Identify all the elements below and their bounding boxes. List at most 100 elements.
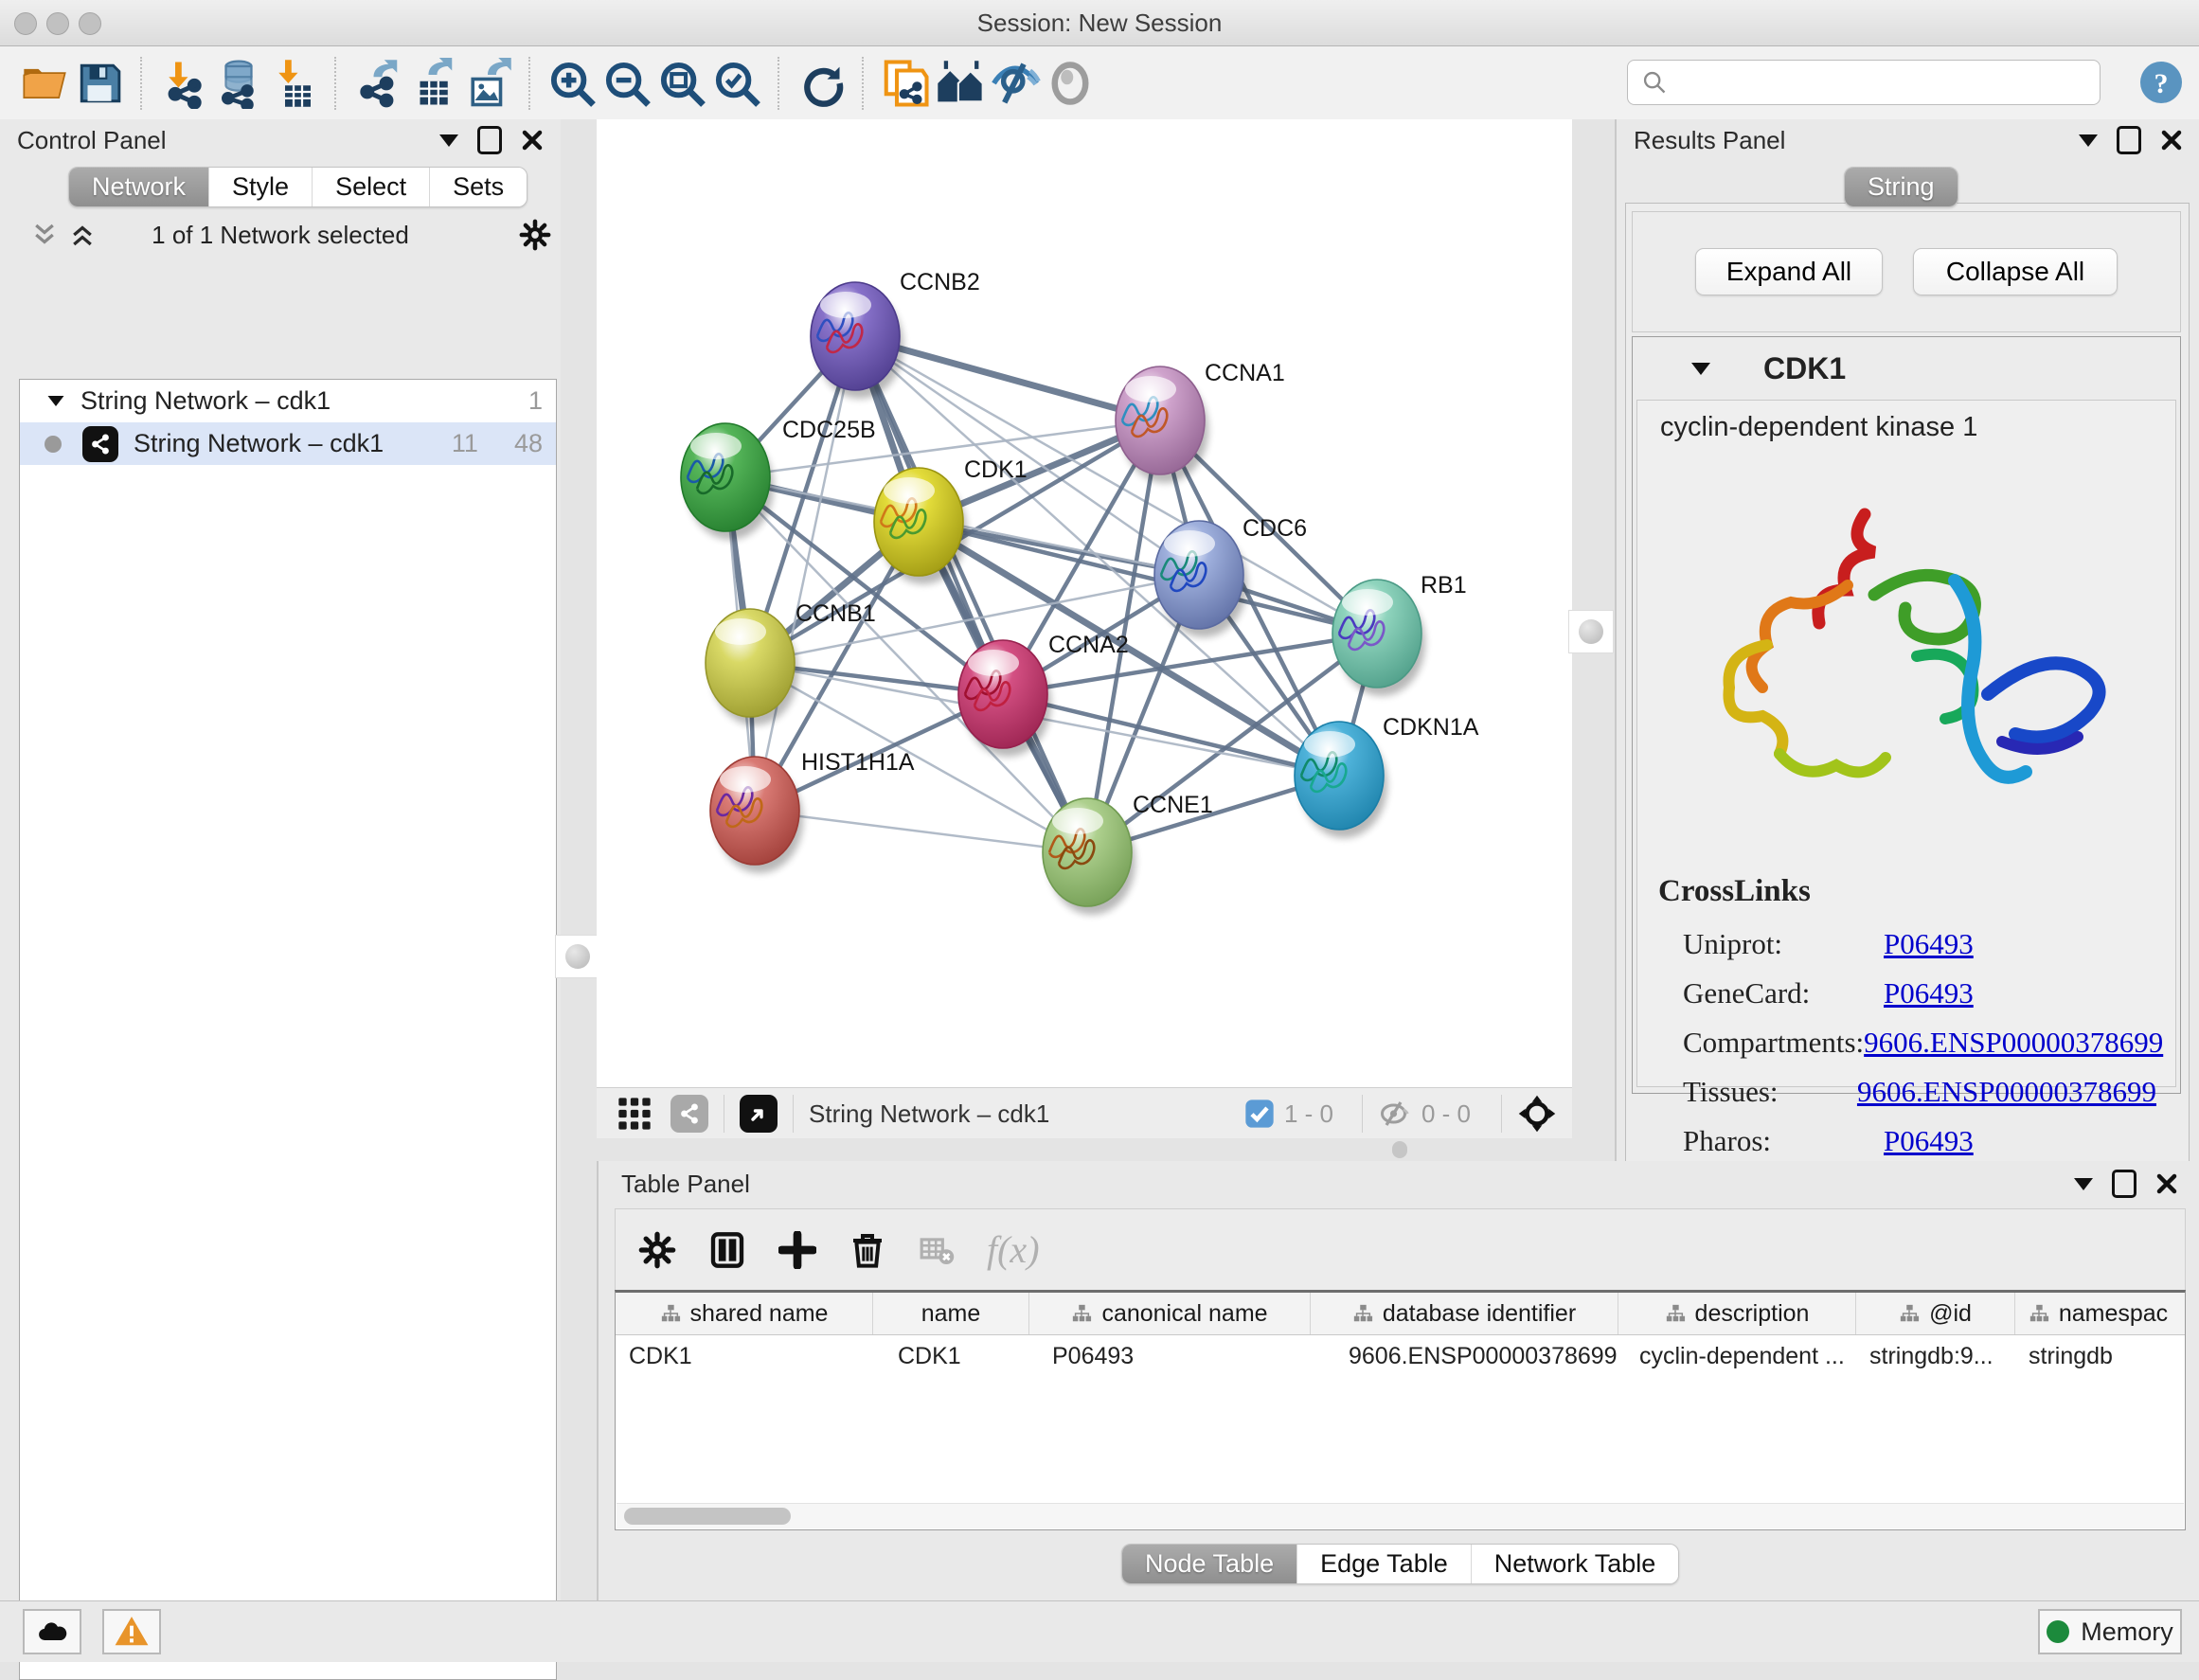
warnings-button[interactable] [102, 1609, 161, 1654]
left-splitter[interactable] [561, 119, 597, 1600]
network-options-gear-icon[interactable] [519, 219, 551, 251]
column-header[interactable]: canonical name [1029, 1293, 1311, 1334]
collapse-all-button[interactable]: Collapse All [1913, 248, 2118, 295]
zoom-in-button[interactable] [545, 56, 599, 111]
crosslink-label: Uniprot: [1683, 920, 1884, 969]
export-table-button[interactable] [405, 56, 460, 111]
cell-canonical-name[interactable]: P06493 [1029, 1335, 1311, 1377]
collection-expand-icon[interactable] [48, 396, 64, 406]
zoom-out-button[interactable] [599, 56, 654, 111]
crosslink-value-link[interactable]: P06493 [1884, 1117, 1974, 1166]
import-network-database-button[interactable] [211, 56, 266, 111]
tab-edge-table[interactable]: Edge Table [1296, 1545, 1471, 1583]
column-header[interactable]: @id [1856, 1293, 2015, 1334]
float-panel-icon[interactable] [2117, 126, 2141, 154]
first-neighbors-button[interactable] [933, 56, 988, 111]
delete-column-trash-icon[interactable] [849, 1231, 886, 1269]
open-in-window-icon[interactable] [740, 1095, 778, 1133]
svg-text:CCNB1: CCNB1 [796, 600, 876, 627]
close-panel-icon[interactable] [521, 129, 544, 152]
crosslink-value-link[interactable]: 9606.ENSP00000378699 [1857, 1067, 2156, 1117]
refresh-view-button[interactable] [794, 56, 849, 111]
tab-select[interactable]: Select [312, 168, 429, 206]
results-panel-title: Results Panel [1634, 126, 1785, 155]
export-image-button[interactable] [460, 56, 515, 111]
crosslink-row: GeneCard:P06493 [1683, 969, 2156, 1018]
right-splitter[interactable] [1572, 119, 1615, 1161]
results-buttons-box: Expand All Collapse All [1632, 211, 2181, 332]
float-panel-icon[interactable] [477, 126, 502, 154]
panel-menu-icon[interactable] [439, 134, 458, 147]
cell-shared-name[interactable]: CDK1 [616, 1335, 873, 1377]
zoom-selected-button[interactable] [709, 56, 764, 111]
show-columns-icon[interactable] [708, 1231, 746, 1269]
cell-namespace[interactable]: stringdb [2015, 1335, 2181, 1377]
right-splitter-handle[interactable] [1568, 610, 1614, 653]
results-panel-tabs: String [1844, 167, 1958, 207]
column-header[interactable]: shared name [616, 1293, 873, 1334]
table-header-row: shared name name canonical name database… [616, 1293, 2185, 1335]
help-button[interactable]: ? [2138, 60, 2184, 105]
cloud-status-button[interactable] [23, 1609, 81, 1654]
zoom-fit-icon [656, 58, 707, 109]
cell-description[interactable]: cyclin-dependent ... [1618, 1335, 1856, 1377]
cell-database-identifier[interactable]: 9606.ENSP00000378699 [1311, 1335, 1618, 1377]
open-file-button[interactable] [17, 56, 72, 111]
selected-nodes-checkbox-icon[interactable] [1244, 1099, 1275, 1129]
panel-menu-icon[interactable] [2079, 134, 2098, 147]
save-session-button[interactable] [72, 56, 127, 111]
gene-symbol: CDK1 [1763, 351, 1846, 386]
network-node-CCNA1: CCNA1 [1116, 360, 1285, 483]
horizontal-splitter-handle[interactable] [1392, 1141, 1407, 1158]
network-row-selected[interactable]: String Network – cdk1 11 48 [20, 422, 556, 465]
string-view-icon[interactable] [670, 1095, 708, 1133]
search-input[interactable] [1677, 64, 2088, 98]
show-all-button[interactable] [1043, 56, 1098, 111]
import-network-file-button[interactable] [156, 56, 211, 111]
crosslink-value-link[interactable]: 9606.ENSP00000378699 [1864, 1018, 2163, 1067]
memory-button[interactable]: Memory [2038, 1609, 2182, 1654]
column-header[interactable]: name [873, 1293, 1029, 1334]
column-header[interactable]: description [1618, 1293, 1856, 1334]
cell-name[interactable]: CDK1 [873, 1335, 1029, 1377]
column-header[interactable]: database identifier [1311, 1293, 1618, 1334]
zoom-fit-button[interactable] [654, 56, 709, 111]
help-icon: ? [2138, 60, 2184, 105]
string-network-icon [82, 426, 118, 462]
network-collection-row[interactable]: String Network – cdk1 1 [20, 380, 556, 422]
tab-sets[interactable]: Sets [429, 168, 527, 206]
network-graph[interactable]: CCNB2CCNA1CDC25BCDK1CDC6RB1CCNB1CCNA2CDK… [597, 119, 1572, 1087]
close-panel-icon[interactable] [2160, 129, 2183, 152]
gene-header-row[interactable]: CDK1 [1633, 337, 2180, 400]
tab-network[interactable]: Network [69, 168, 208, 206]
export-network-button[interactable] [350, 56, 405, 111]
tab-node-table[interactable]: Node Table [1122, 1545, 1296, 1583]
tab-style[interactable]: Style [208, 168, 312, 206]
close-panel-icon[interactable] [2155, 1172, 2178, 1195]
pan-crosshair-icon[interactable] [1517, 1094, 1557, 1134]
grid-view-icon[interactable] [616, 1095, 653, 1133]
create-column-plus-icon[interactable] [778, 1231, 816, 1269]
expand-all-button[interactable]: Expand All [1695, 248, 1883, 295]
table-row[interactable]: CDK1 CDK1 P06493 9606.ENSP00000378699 cy… [616, 1335, 2185, 1377]
zoom-selected-icon [711, 58, 762, 109]
float-panel-icon[interactable] [2112, 1170, 2136, 1198]
hide-selected-button[interactable] [988, 56, 1043, 111]
import-table-file-button[interactable] [266, 56, 321, 111]
left-splitter-handle[interactable] [555, 935, 600, 978]
network-canvas[interactable]: CCNB2CCNA1CDC25BCDK1CDC6RB1CCNB1CCNA2CDK… [597, 119, 1572, 1087]
scrollbar-thumb[interactable] [624, 1508, 791, 1525]
network-snapshot-button[interactable] [878, 56, 933, 111]
tab-network-table[interactable]: Network Table [1471, 1545, 1679, 1583]
tab-string[interactable]: String [1845, 168, 1958, 206]
column-header[interactable]: namespac [2015, 1293, 2181, 1334]
horizontal-splitter[interactable] [597, 1138, 1572, 1161]
crosslink-value-link[interactable]: P06493 [1884, 969, 1974, 1018]
table-options-gear-icon[interactable] [638, 1231, 676, 1269]
crosslink-value-link[interactable]: P06493 [1884, 920, 1974, 969]
table-horizontal-scrollbar[interactable] [617, 1503, 2184, 1528]
gene-collapse-icon[interactable] [1691, 363, 1710, 375]
crosslinks-title: CrossLinks [1658, 874, 1811, 909]
panel-menu-icon[interactable] [2074, 1178, 2093, 1190]
cell-id[interactable]: stringdb:9... [1856, 1335, 2015, 1377]
